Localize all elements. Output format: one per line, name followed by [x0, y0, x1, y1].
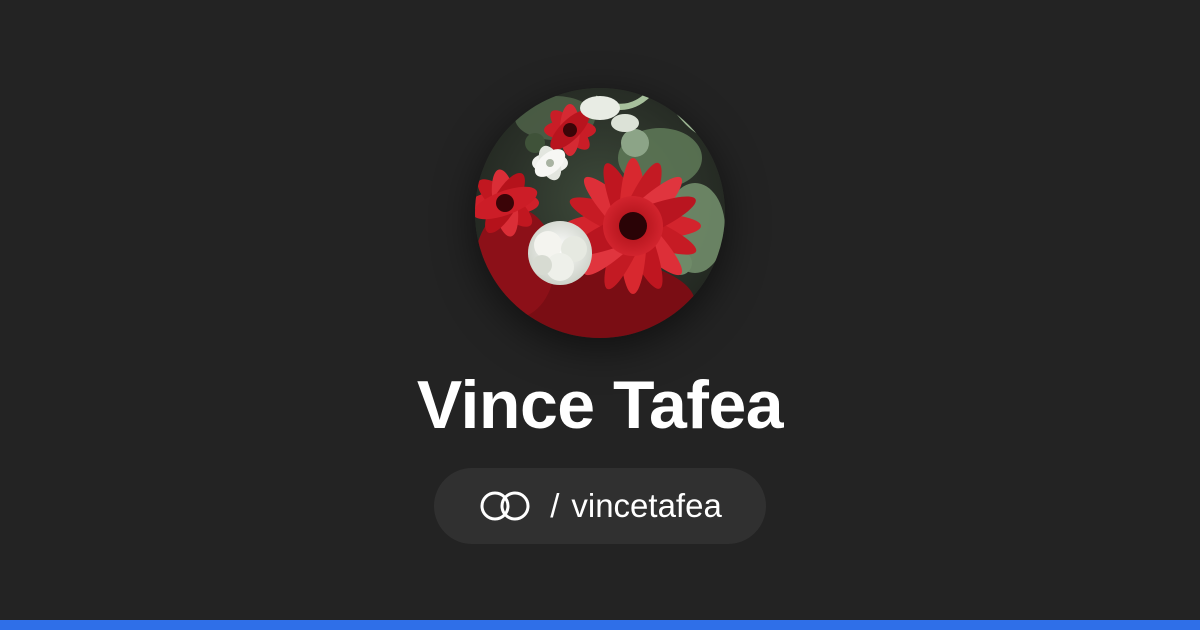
profile-card: Vince Tafea / vincetafea: [0, 0, 1200, 630]
handle-separator: /: [550, 487, 560, 524]
profile-handle-link[interactable]: / vincetafea: [434, 468, 766, 544]
profile-avatar: [475, 88, 725, 338]
profile-handle: vincetafea: [571, 487, 722, 524]
profile-name: Vince Tafea: [416, 367, 784, 443]
linked-rings-icon: [480, 491, 530, 521]
avatar-image: [475, 88, 725, 338]
accent-bar: [0, 620, 1200, 630]
